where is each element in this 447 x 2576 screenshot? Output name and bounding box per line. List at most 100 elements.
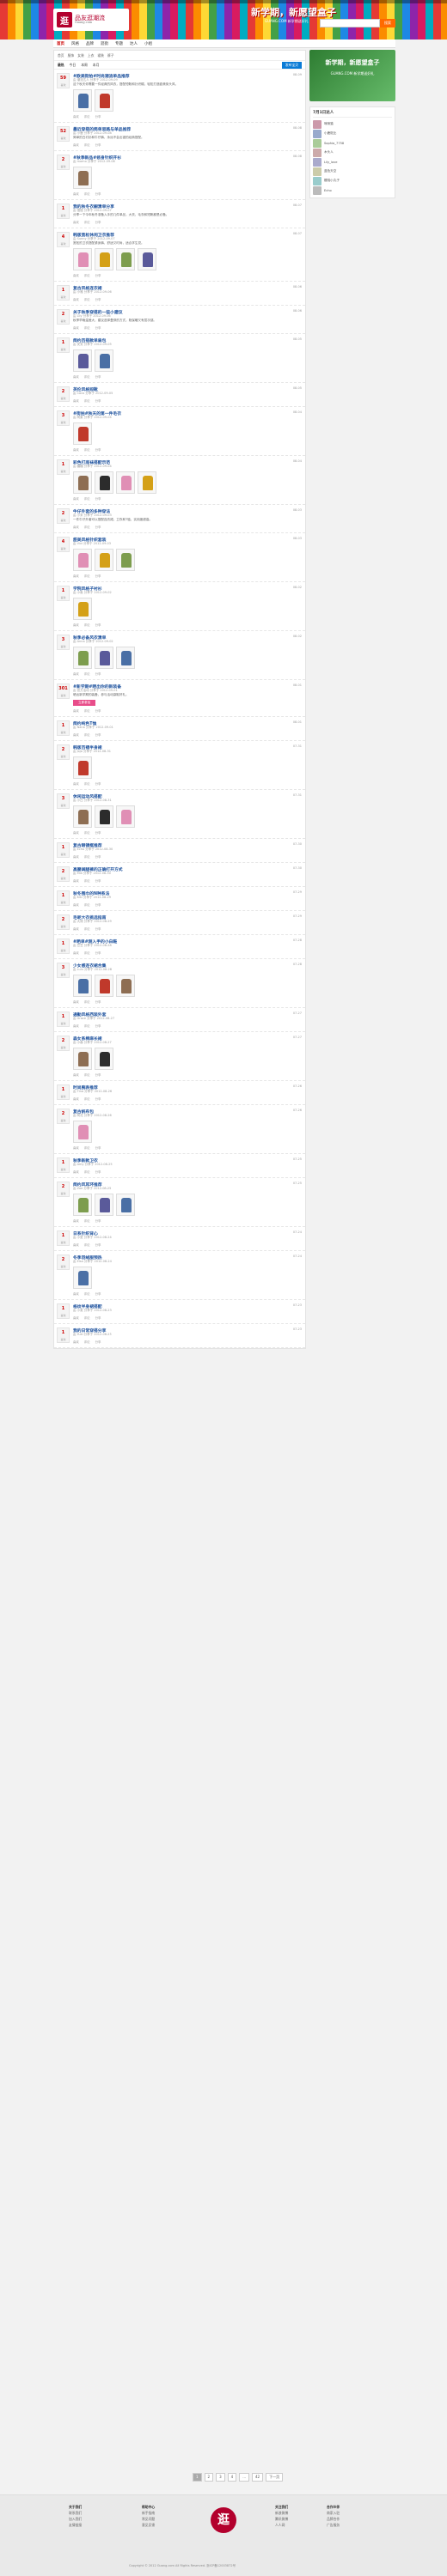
post-action[interactable]: 分享: [95, 1315, 101, 1320]
post-action[interactable]: 喜欢: [73, 854, 79, 859]
vote-count[interactable]: 2 喜欢: [57, 1255, 70, 1270]
page-link[interactable]: 4: [227, 2473, 237, 2482]
post-action[interactable]: 评论: [84, 220, 90, 224]
post-action[interactable]: 评论: [84, 878, 90, 883]
crumb-item[interactable]: 裤子: [107, 53, 114, 58]
post-action[interactable]: 喜欢: [73, 114, 79, 118]
post-action[interactable]: 分享: [95, 447, 101, 452]
nav-item[interactable]: 逛街: [101, 41, 108, 46]
nav-item[interactable]: 风格: [71, 41, 79, 46]
post-action[interactable]: 评论: [84, 273, 90, 277]
vote-count[interactable]: 1 喜欢: [57, 459, 70, 475]
vote-count[interactable]: 1 喜欢: [57, 1303, 70, 1319]
user-item[interactable]: 咪咪猫: [313, 119, 392, 129]
product-thumbnail[interactable]: [73, 471, 92, 494]
post-action[interactable]: 分享: [95, 1024, 101, 1028]
vote-count[interactable]: 59 喜欢: [57, 73, 70, 88]
vote-count[interactable]: 1 喜欢: [57, 1230, 70, 1246]
post-action[interactable]: 喜欢: [73, 951, 79, 955]
footer-link[interactable]: 常见问题: [142, 2516, 155, 2522]
post-action[interactable]: 评论: [84, 999, 90, 1004]
product-thumbnail[interactable]: [138, 471, 156, 494]
crumb-item[interactable]: 上衣: [88, 53, 95, 58]
post-action[interactable]: 喜欢: [73, 902, 79, 907]
vote-count[interactable]: 4 喜欢: [57, 232, 70, 247]
user-item[interactable]: Sophia_7758: [313, 138, 392, 148]
product-thumbnail[interactable]: [138, 248, 156, 270]
post-action[interactable]: 分享: [95, 325, 101, 330]
product-thumbnail[interactable]: [73, 167, 92, 189]
post-action[interactable]: 分享: [95, 951, 101, 955]
nav-item[interactable]: 专题: [115, 41, 123, 46]
product-thumbnail[interactable]: [73, 1121, 92, 1143]
post-action[interactable]: 分享: [95, 999, 101, 1004]
post-action[interactable]: 评论: [84, 297, 90, 301]
product-thumbnail[interactable]: [73, 647, 92, 669]
sort-week[interactable]: 本周: [81, 63, 88, 68]
post-action[interactable]: 喜欢: [73, 781, 79, 786]
vote-count[interactable]: 1 喜欢: [57, 1084, 70, 1100]
post-action[interactable]: 评论: [84, 1291, 90, 1296]
vote-count[interactable]: 1 喜欢: [57, 285, 70, 301]
vote-count[interactable]: 3 喜欢: [57, 963, 70, 978]
post-action[interactable]: 分享: [95, 114, 101, 118]
product-thumbnail[interactable]: [95, 647, 113, 669]
post-action[interactable]: 分享: [95, 623, 101, 627]
footer-link[interactable]: 意见反馈: [142, 2522, 155, 2528]
post-action[interactable]: 评论: [84, 1072, 90, 1077]
crumb-item[interactable]: 首页: [58, 53, 64, 58]
user-item[interactable]: 樱桃小丸子: [313, 176, 392, 185]
product-thumbnail[interactable]: [95, 471, 113, 494]
vote-count[interactable]: 2 喜欢: [57, 508, 70, 524]
vote-count[interactable]: 2 喜欢: [57, 155, 70, 170]
post-action[interactable]: 评论: [84, 1024, 90, 1028]
post-action[interactable]: 喜欢: [73, 623, 79, 627]
post-action[interactable]: 喜欢: [73, 878, 79, 883]
post-action[interactable]: 分享: [95, 496, 101, 501]
vote-count[interactable]: 2 喜欢: [57, 309, 70, 325]
post-action[interactable]: 评论: [84, 398, 90, 403]
post-action[interactable]: 分享: [95, 1340, 101, 1344]
post-action[interactable]: 喜欢: [73, 191, 79, 196]
post-action[interactable]: 评论: [84, 781, 90, 786]
post-action[interactable]: 喜欢: [73, 708, 79, 713]
post-action[interactable]: 评论: [84, 1340, 90, 1344]
post-action[interactable]: 喜欢: [73, 671, 79, 676]
product-thumbnail[interactable]: [73, 349, 92, 372]
post-action[interactable]: 分享: [95, 732, 101, 737]
vote-count[interactable]: 1 喜欢: [57, 1012, 70, 1027]
post-action[interactable]: 分享: [95, 927, 101, 931]
product-thumbnail[interactable]: [73, 422, 92, 445]
post-action[interactable]: 分享: [95, 143, 101, 147]
post-action[interactable]: 分享: [95, 398, 101, 403]
nav-item[interactable]: 小组: [144, 41, 152, 46]
product-thumbnail[interactable]: [95, 248, 113, 270]
post-action[interactable]: 喜欢: [73, 999, 79, 1004]
post-action[interactable]: 喜欢: [73, 1218, 79, 1223]
post-action[interactable]: 评论: [84, 623, 90, 627]
page-link[interactable]: ...: [239, 2473, 250, 2482]
post-action[interactable]: 评论: [84, 671, 90, 676]
post-action[interactable]: 分享: [95, 1218, 101, 1223]
post-action[interactable]: 喜欢: [73, 1291, 79, 1296]
post-action[interactable]: 评论: [84, 902, 90, 907]
vote-count[interactable]: 4 喜欢: [57, 537, 70, 552]
user-item[interactable]: 小鹿斑比: [313, 129, 392, 138]
post-action[interactable]: 评论: [84, 854, 90, 859]
product-thumbnail[interactable]: [95, 1048, 113, 1070]
page-link[interactable]: 3: [216, 2473, 225, 2482]
product-thumbnail[interactable]: [73, 1267, 92, 1289]
post-action[interactable]: 分享: [95, 671, 101, 676]
product-thumbnail[interactable]: [116, 248, 135, 270]
product-thumbnail[interactable]: [95, 349, 113, 372]
product-thumbnail[interactable]: [73, 598, 92, 620]
vote-count[interactable]: 2 喜欢: [57, 744, 70, 760]
product-thumbnail[interactable]: [116, 975, 135, 997]
product-thumbnail[interactable]: [95, 549, 113, 571]
post-action[interactable]: 分享: [95, 191, 101, 196]
sort-month[interactable]: 本月: [93, 63, 100, 68]
post-action[interactable]: 分享: [95, 781, 101, 786]
nav-item[interactable]: 达人: [130, 41, 138, 46]
vote-count[interactable]: 1 喜欢: [57, 337, 70, 353]
post-action[interactable]: 评论: [84, 525, 90, 529]
